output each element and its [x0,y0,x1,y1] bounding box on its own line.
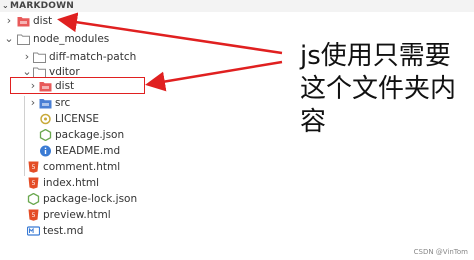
annotation-line: js使用只需要 [300,41,451,71]
annotation-line: 容 [300,107,327,137]
arrow-to-vditor-dist [145,60,283,92]
annotation-line: 这个文件夹内 [300,74,457,104]
watermark: CSDN @VinTom [413,248,468,256]
arrow-to-root-dist [57,12,283,55]
annotation-text: js使用只需要 这个文件夹内 容 [300,40,470,139]
